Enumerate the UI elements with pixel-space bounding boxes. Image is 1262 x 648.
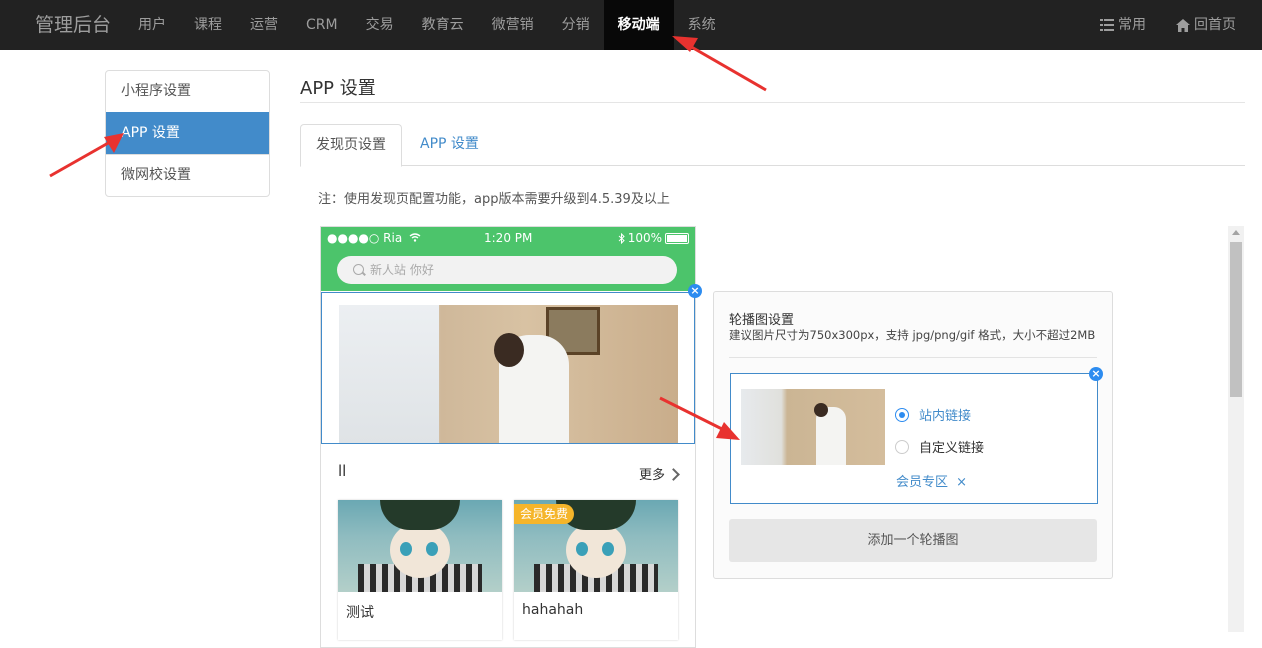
sidebar-item-micro-school[interactable]: 微网校设置 xyxy=(106,154,269,196)
nav-item-system[interactable]: 系统 xyxy=(674,0,730,50)
search-icon xyxy=(353,264,364,275)
anime-face xyxy=(390,522,450,578)
nav-item-edu-cloud[interactable]: 教育云 xyxy=(408,0,478,50)
phone-more-link[interactable]: 更多 xyxy=(639,464,680,483)
nav-item-courses[interactable]: 课程 xyxy=(180,0,236,50)
scroll-up-arrow-icon[interactable] xyxy=(1232,230,1240,235)
carousel-image xyxy=(339,305,678,443)
course-card-title: 测试 xyxy=(346,605,374,621)
anime-eye-right xyxy=(602,542,614,556)
home-button[interactable]: 回首页 xyxy=(1176,0,1236,50)
radio-internal-link[interactable] xyxy=(895,407,909,422)
course-card[interactable]: 会员免费 hahahah xyxy=(514,500,678,640)
phone-search-area: 新人站 你好 xyxy=(321,249,695,291)
carrier-text: ●●●●○ Ria xyxy=(327,231,403,245)
top-nav-menu: 用户 课程 运营 CRM 交易 教育云 微营销 分销 移动端 系统 xyxy=(124,0,730,50)
tab-app-settings[interactable]: APP 设置 xyxy=(405,124,494,164)
scroll-thumb[interactable] xyxy=(1230,242,1242,397)
common-menu-button[interactable]: 常用 xyxy=(1100,0,1146,50)
option-internal-link[interactable]: 站内链接 xyxy=(895,405,971,424)
carrier-label: ●●●●○ Ria xyxy=(327,231,421,245)
page-title: APP 设置 xyxy=(300,78,376,99)
bluetooth-icon xyxy=(618,232,625,244)
phone-section-title: ll xyxy=(338,462,347,480)
list-icon xyxy=(1100,19,1114,31)
phone-status-bar: ●●●●○ Ria 1:20 PM 100% xyxy=(321,227,695,249)
nav-item-micro-marketing[interactable]: 微营销 xyxy=(478,0,548,50)
carousel-person-head xyxy=(494,333,524,367)
title-divider xyxy=(300,102,1245,103)
status-time: 1:20 PM xyxy=(484,231,533,245)
panel-description: 建议图片尺寸为750x300px，支持 jpg/png/gif 格式，大小不超过… xyxy=(729,328,1096,342)
add-carousel-button[interactable]: 添加一个轮播图 xyxy=(729,519,1097,562)
more-label: 更多 xyxy=(639,468,666,483)
top-nav-right: 常用 回首页 xyxy=(1100,0,1236,50)
course-card[interactable]: 测试 xyxy=(338,500,502,640)
home-label: 回首页 xyxy=(1194,17,1236,33)
battery-percent: 100% xyxy=(627,231,662,245)
carousel-item-remove-icon[interactable]: × xyxy=(1089,367,1103,381)
thumb-person-head xyxy=(814,403,828,417)
phone-search-bar[interactable]: 新人站 你好 xyxy=(337,256,677,284)
nav-item-mobile[interactable]: 移动端 xyxy=(603,0,674,50)
carousel-stairs xyxy=(339,305,439,443)
chevron-right-icon xyxy=(667,468,680,481)
brand-title[interactable]: 管理后台 xyxy=(35,0,111,50)
search-placeholder: 新人站 你好 xyxy=(370,263,434,277)
link-remove-icon[interactable]: × xyxy=(956,475,967,490)
anime-eye-left xyxy=(400,542,412,556)
option-custom-link[interactable]: 自定义链接 xyxy=(895,437,984,456)
selected-link-tag[interactable]: 会员专区 × xyxy=(896,471,967,490)
tab-bar: 发现页设置 APP 设置 xyxy=(300,124,1245,167)
common-label: 常用 xyxy=(1118,17,1146,33)
sidebar-item-miniprogram[interactable]: 小程序设置 xyxy=(106,71,269,112)
top-navbar: 管理后台 用户 课程 运营 CRM 交易 教育云 微营销 分销 移动端 系统 常… xyxy=(0,0,1262,50)
panel-title: 轮播图设置 xyxy=(729,313,795,328)
option-custom-label: 自定义链接 xyxy=(919,441,985,456)
phone-carousel-block[interactable] xyxy=(321,292,695,444)
anime-face xyxy=(566,522,626,578)
sidebar: 小程序设置 APP 设置 微网校设置 xyxy=(105,70,270,197)
course-card-title: hahahah xyxy=(522,602,584,618)
status-right: 100% xyxy=(618,231,689,245)
nav-item-distribution[interactable]: 分销 xyxy=(548,0,604,50)
battery-icon xyxy=(665,232,689,244)
tab-discover-settings[interactable]: 发现页设置 xyxy=(300,124,402,167)
link-tag-label: 会员专区 xyxy=(896,475,949,490)
course-card-image xyxy=(338,500,502,592)
wifi-icon xyxy=(409,233,421,242)
anime-eye-right xyxy=(426,542,438,556)
carousel-remove-icon[interactable]: × xyxy=(688,284,702,298)
carousel-settings-panel: 轮播图设置 建议图片尺寸为750x300px，支持 jpg/png/gif 格式… xyxy=(713,291,1113,579)
panel-divider xyxy=(729,357,1097,358)
carousel-item-editor: 站内链接 自定义链接 会员专区 × xyxy=(730,373,1098,504)
carousel-thumbnail[interactable] xyxy=(741,389,885,465)
nav-item-users[interactable]: 用户 xyxy=(124,0,180,50)
upgrade-note: 注：使用发现页配置功能，app版本需要升级到4.5.39及以上 xyxy=(318,192,670,207)
sidebar-item-app[interactable]: APP 设置 xyxy=(106,112,269,154)
nav-item-trade[interactable]: 交易 xyxy=(352,0,408,50)
option-internal-label: 站内链接 xyxy=(919,409,972,424)
vip-free-badge: 会员免费 xyxy=(514,504,575,524)
nav-item-crm[interactable]: CRM xyxy=(292,0,352,50)
home-icon xyxy=(1176,18,1190,32)
nav-item-operations[interactable]: 运营 xyxy=(236,0,292,50)
anime-hat xyxy=(380,500,460,530)
page-scrollbar[interactable] xyxy=(1228,226,1244,632)
radio-custom-link[interactable] xyxy=(895,439,909,454)
anime-eye-left xyxy=(576,542,588,556)
